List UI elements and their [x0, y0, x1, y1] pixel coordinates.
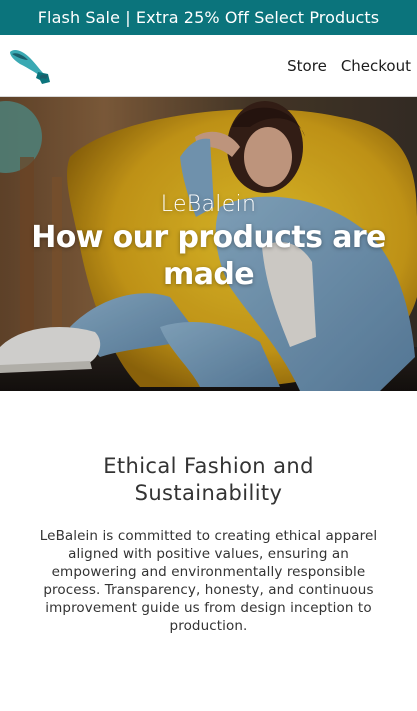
hero-banner: LeBalein How our products are made: [0, 97, 417, 391]
hero-brand-name: LeBalein: [160, 192, 257, 217]
nav-checkout-link[interactable]: Checkout: [341, 57, 411, 75]
hero-text: LeBalein How our products are made: [0, 192, 417, 293]
whale-tail-logo-icon: [10, 49, 50, 84]
promo-banner: Flash Sale | Extra 25% Off Select Produc…: [0, 0, 417, 35]
promo-text: Flash Sale | Extra 25% Off Select Produc…: [37, 8, 380, 27]
logo-link[interactable]: [8, 46, 52, 86]
site-header: Store Checkout: [0, 35, 417, 97]
section-body: LeBalein is committed to creating ethica…: [39, 528, 378, 634]
section-title: Ethical Fashion and Sustainability: [103, 454, 314, 505]
nav-store-link[interactable]: Store: [287, 57, 327, 75]
hero-title: How our products are made: [31, 220, 386, 292]
main-nav: Store Checkout: [287, 57, 411, 75]
content-section: Ethical Fashion and Sustainability LeBal…: [0, 391, 417, 635]
